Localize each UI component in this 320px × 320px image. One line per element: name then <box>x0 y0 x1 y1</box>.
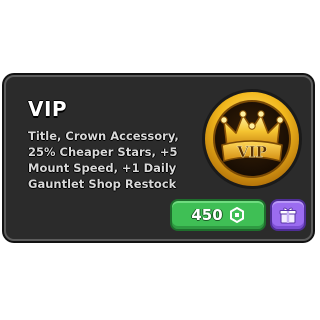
buy-button[interactable]: 450 <box>170 199 266 231</box>
vip-pass-card: VIP Title, Crown Accessory, 25% Cheaper … <box>2 73 315 243</box>
vip-crown-emblem-icon: VIP <box>202 89 302 189</box>
stage: VIP Title, Crown Accessory, 25% Cheaper … <box>0 0 320 320</box>
vip-pass-card-body: VIP Title, Crown Accessory, 25% Cheaper … <box>4 75 313 241</box>
price-label: 450 <box>191 206 223 224</box>
gift-button[interactable] <box>270 199 306 231</box>
robux-icon <box>229 207 244 223</box>
emblem-vip-text: VIP <box>236 143 267 161</box>
pass-title: VIP <box>28 97 68 121</box>
pass-description: Title, Crown Accessory, 25% Cheaper Star… <box>28 129 179 191</box>
gift-icon <box>279 207 297 224</box>
